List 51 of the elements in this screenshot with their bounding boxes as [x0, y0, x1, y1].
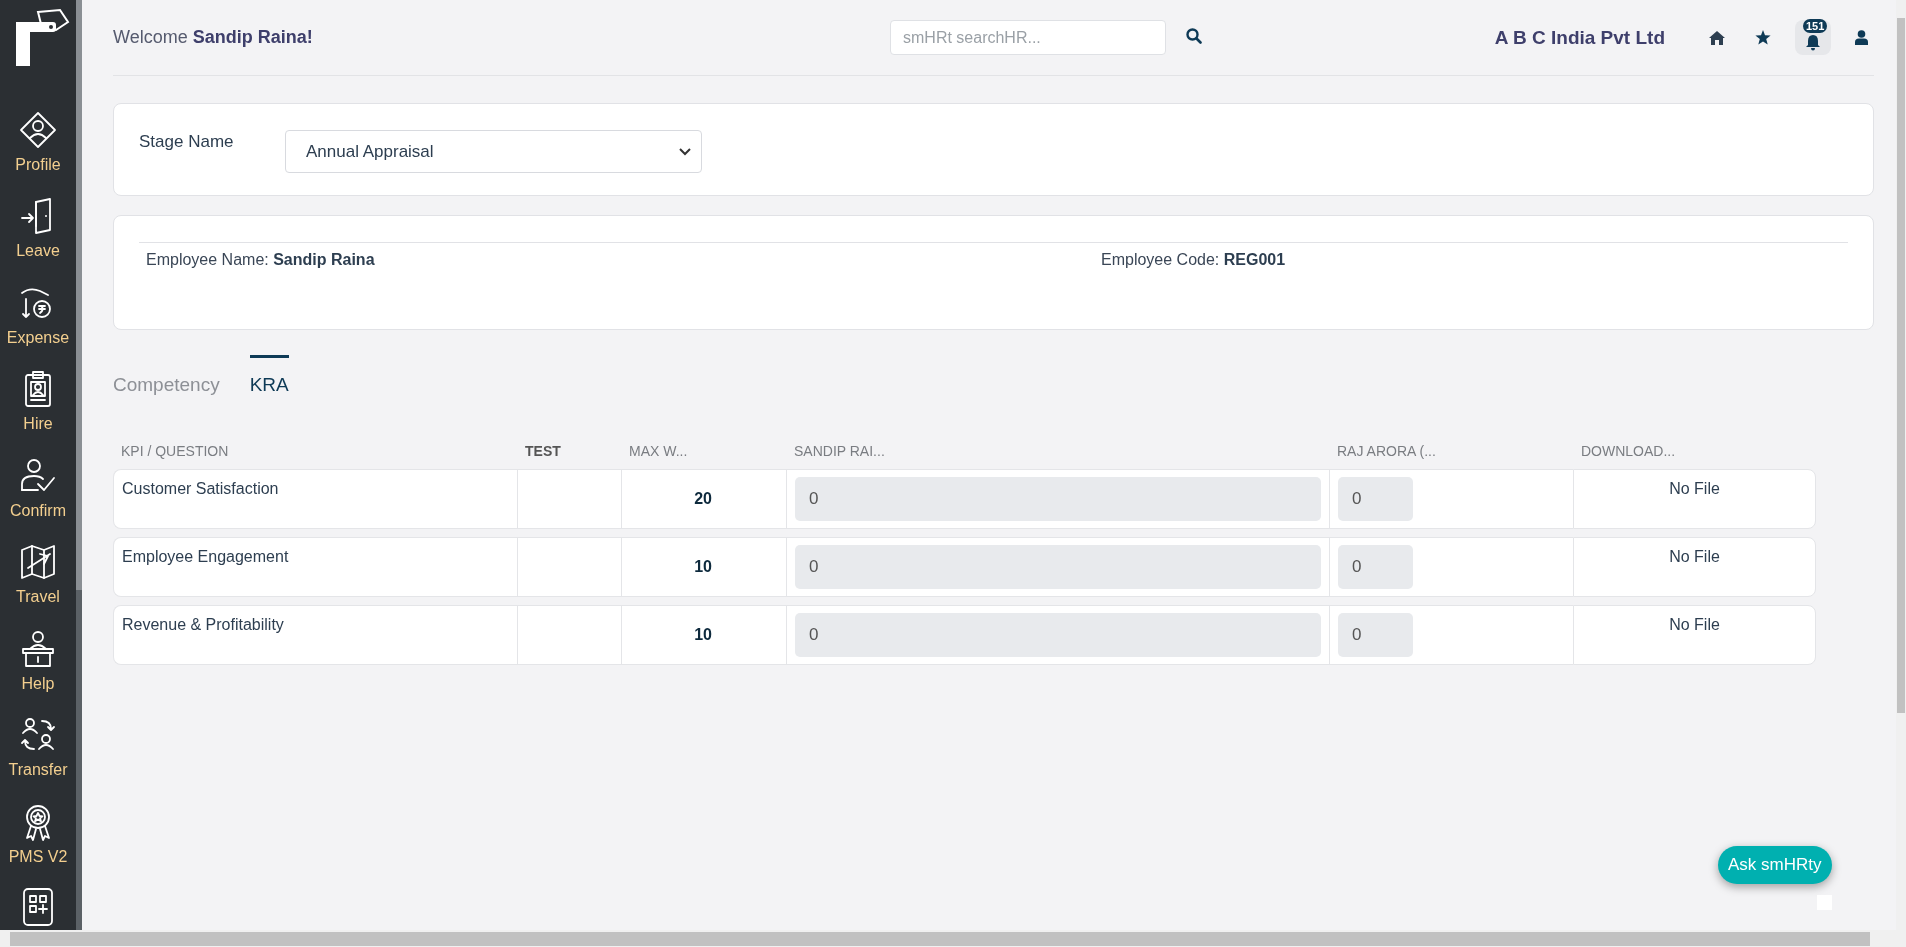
kpi-cell: Revenue & Profitability	[113, 605, 517, 665]
sidebar-item[interactable]: Profile	[0, 108, 76, 195]
sidebar-item[interactable]: PMS V2	[0, 799, 76, 886]
sidebar-item[interactable]: Hire	[0, 367, 76, 454]
horizontal-scrollbar[interactable]	[10, 931, 1870, 946]
star-icon	[1755, 30, 1771, 45]
column-header: SANDIP RAI...	[793, 443, 886, 461]
company-name: A B C India Pvt Ltd	[1494, 26, 1665, 49]
search-field[interactable]: smHRt searchHR...	[890, 20, 1166, 55]
welcome-message: Welcome Sandip Raina!	[113, 27, 314, 48]
stage-label: Stage Name	[139, 131, 235, 152]
notification-count: 151	[1803, 19, 1828, 33]
sidebar-scrollbar[interactable]	[76, 0, 82, 590]
download-cell: No File	[1573, 469, 1816, 529]
max-weight: 10	[694, 626, 712, 643]
sidebar-item[interactable]: Transfer	[0, 713, 76, 800]
employee-code: Employee Code: REG001	[1101, 251, 1287, 269]
tab[interactable]: KRA	[249, 355, 289, 396]
column-header: KPI / QUESTION	[120, 443, 230, 461]
column-header: MAX W...	[628, 443, 689, 461]
stage-dropdown[interactable]: Annual Appraisal	[285, 130, 702, 173]
calculator-icon[interactable]	[21, 885, 55, 926]
max-weight: 20	[694, 490, 712, 507]
sidebar-item[interactable]: Confirm	[0, 453, 76, 541]
kpi-cell: Customer Satisfaction	[113, 469, 517, 529]
score-field[interactable]: 0	[1338, 613, 1413, 657]
employee-name: Employee Name: Sandip Raina	[146, 251, 376, 269]
column-header: TEST	[524, 443, 562, 461]
sidebar-item[interactable]: Leave	[0, 194, 76, 281]
sidebar-item[interactable]: Expense	[0, 280, 76, 368]
score-field[interactable]: 0	[795, 613, 1321, 657]
score-field[interactable]: 0	[795, 477, 1321, 521]
search-icon	[1186, 28, 1202, 44]
bell-icon	[1805, 34, 1821, 51]
home-icon	[1709, 30, 1725, 45]
notifications-button[interactable]: 151	[1795, 20, 1831, 55]
vertical-scrollbar[interactable]	[1897, 18, 1905, 713]
download-cell: No File	[1573, 605, 1816, 665]
column-header: DOWNLOAD...	[1580, 443, 1677, 461]
chevron-down-icon	[679, 147, 691, 156]
sidebar-item[interactable]: Travel	[0, 540, 76, 627]
user-icon	[1855, 30, 1868, 45]
kpi-cell: Employee Engagement	[113, 537, 517, 597]
sidebar-item[interactable]: Help	[0, 626, 76, 714]
column-header: RAJ ARORA (...	[1336, 443, 1437, 461]
score-field[interactable]: 0	[795, 545, 1321, 589]
download-cell: No File	[1573, 537, 1816, 597]
score-field[interactable]: 0	[1338, 477, 1413, 521]
score-field[interactable]: 0	[1338, 545, 1413, 589]
max-weight: 10	[694, 558, 712, 575]
person-diamond-icon	[18, 110, 58, 150]
